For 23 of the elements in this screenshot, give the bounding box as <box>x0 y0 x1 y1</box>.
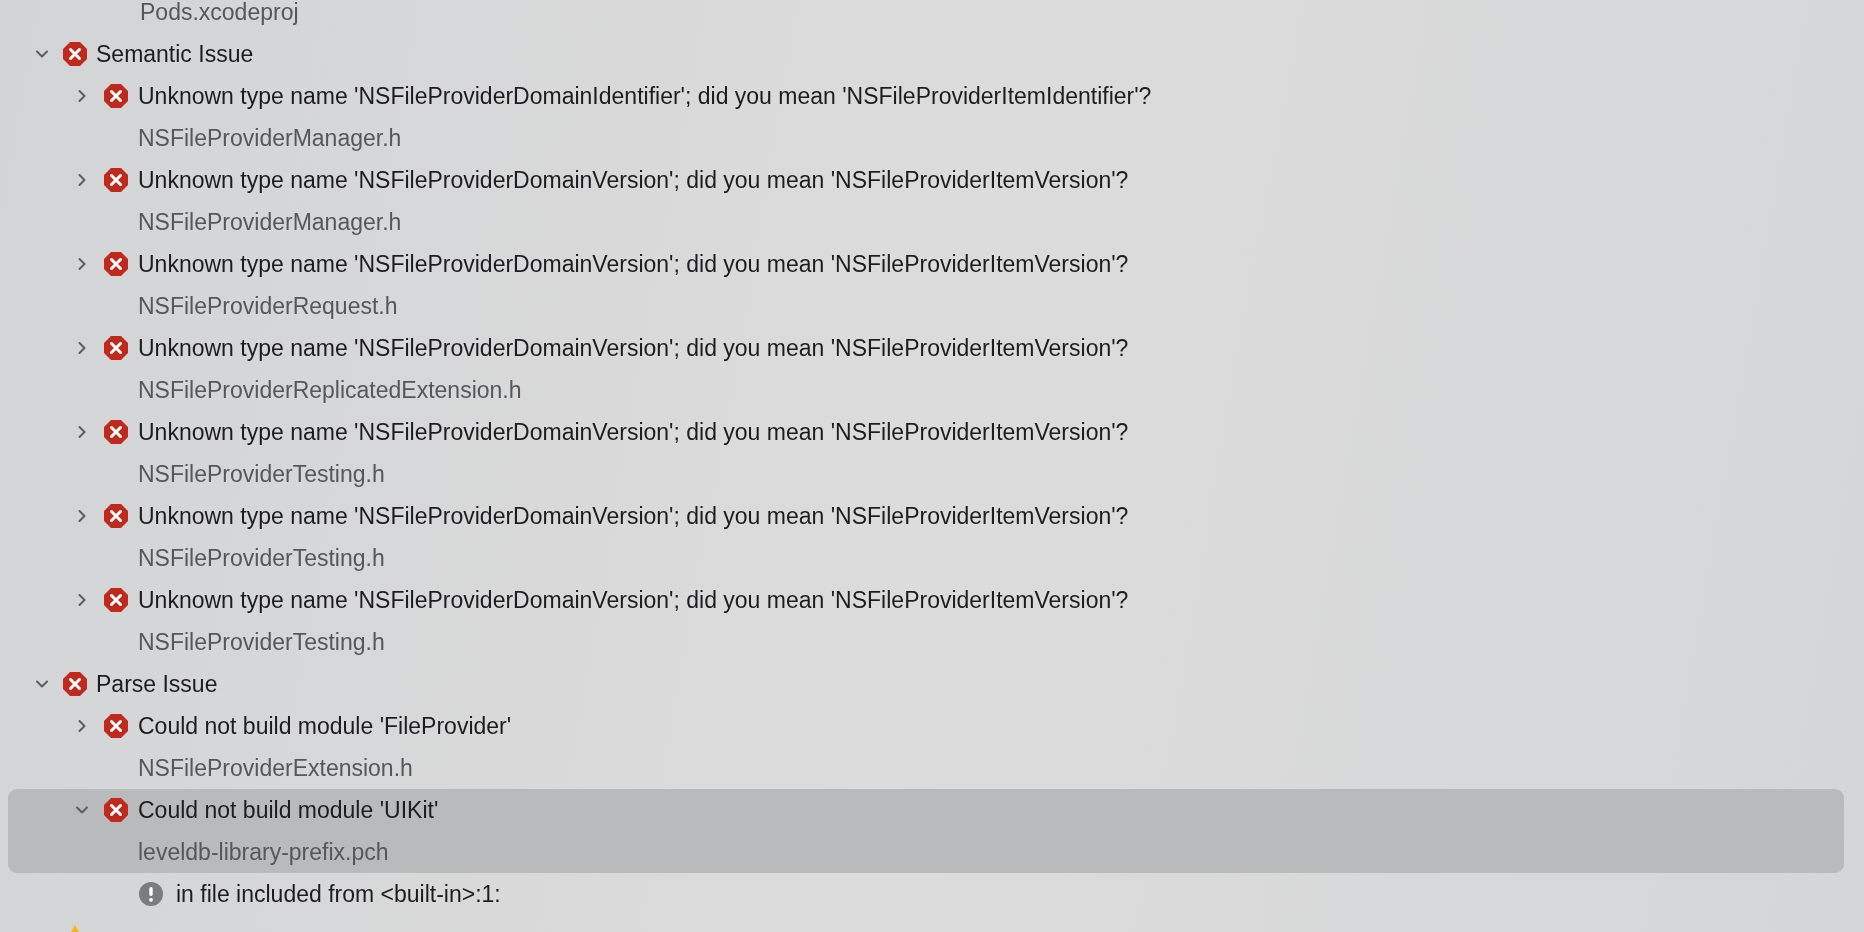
issue-group-title[interactable]: Semantic Issue <box>96 40 254 68</box>
file-name: NSFileProviderRequest.h <box>138 292 398 320</box>
issue-message[interactable]: Unknown type name 'NSFileProviderDomainVersion'; did you mean 'NSFileProviderItemVersion'? <box>138 334 1129 362</box>
note-message[interactable]: in file included from <built-in>:1: <box>176 880 501 908</box>
file-name: NSFileProviderTesting.h <box>138 544 385 572</box>
file-name: NSFileProviderTesting.h <box>138 460 385 488</box>
file-name: NSFileProviderManager.h <box>138 124 402 152</box>
issue-group-title[interactable]: Parse Issue <box>96 670 218 698</box>
issue-message[interactable]: Could not build module 'FileProvider' <box>138 712 512 740</box>
file-name: NSFileProviderReplicatedExtension.h <box>138 376 522 404</box>
selected-issue-row[interactable]: Could not build module 'UIKit' leveldb-library-prefix.pch <box>8 789 1844 873</box>
issue-message[interactable]: Could not build module 'UIKit' <box>138 796 439 824</box>
issue-message[interactable]: Unknown type name 'NSFileProviderDomainIdentifier'; did you mean 'NSFileProviderItemIdentifier'? <box>138 82 1152 110</box>
issue-message[interactable]: Unknown type name 'NSFileProviderDomainVersion'; did you mean 'NSFileProviderItemVersion'? <box>138 250 1129 278</box>
issue-message[interactable]: Unknown type name 'NSFileProviderDomainVersion'; did you mean 'NSFileProviderItemVersion'? <box>138 586 1129 614</box>
issue-message[interactable]: Unknown type name 'NSFileProviderDomainVersion'; did you mean 'NSFileProviderItemVersion'? <box>138 502 1129 530</box>
file-name: Pods.xcodeproj <box>140 0 299 26</box>
file-name: leveldb-library-prefix.pch <box>138 838 389 866</box>
issue-message[interactable]: Unknown type name 'NSFileProviderDomainVersion'; did you mean 'NSFileProviderItemVersion'? <box>138 166 1129 194</box>
issue-message[interactable]: Unknown type name 'NSFileProviderDomainVersion'; did you mean 'NSFileProviderItemVersion'? <box>138 418 1129 446</box>
file-name: NSFileProviderExtension.h <box>138 754 413 782</box>
file-name: NSFileProviderTesting.h <box>138 628 385 656</box>
file-name: NSFileProviderManager.h <box>138 208 402 236</box>
